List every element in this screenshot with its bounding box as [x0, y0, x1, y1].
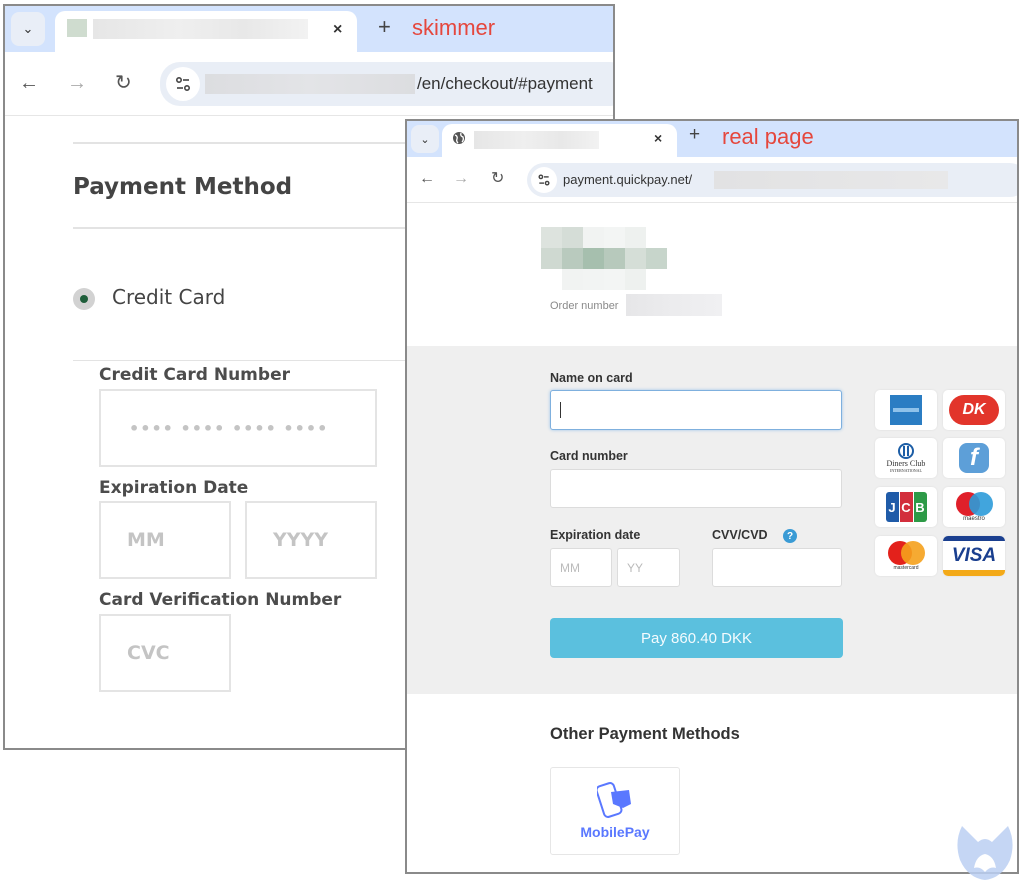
expiration-year-field[interactable]: YYYY	[245, 501, 377, 579]
tune-icon	[175, 76, 191, 92]
mobilepay-option[interactable]: MobilePay	[550, 767, 680, 855]
redacted-order-number	[626, 294, 722, 316]
redacted-url-path	[714, 171, 948, 189]
chevron-down-icon: ⌄	[22, 21, 34, 36]
cvc-field[interactable]: CVC	[99, 614, 231, 692]
tab-strip: ⌄ × + skimmer	[5, 6, 613, 52]
tab-search-button[interactable]: ⌄	[411, 125, 439, 153]
expiration-month-field[interactable]: MM	[99, 501, 231, 579]
help-icon[interactable]: ?	[783, 529, 797, 543]
back-button[interactable]: ←	[19, 72, 39, 95]
card-number-input[interactable]	[550, 469, 842, 508]
globe-icon	[453, 132, 465, 144]
tab-search-button[interactable]: ⌄	[11, 12, 45, 46]
text-caret	[560, 402, 561, 418]
url-text: payment.quickpay.net/	[563, 172, 693, 187]
other-payment-methods-section: Other Payment Methods MobilePay	[407, 694, 1017, 872]
cvv-input[interactable]	[712, 548, 842, 587]
new-tab-button[interactable]: +	[378, 14, 391, 40]
reload-button[interactable]: ↻	[115, 70, 132, 95]
reload-button[interactable]: ↻	[491, 168, 504, 188]
dankort-logo: DK	[943, 390, 1005, 430]
redacted-favicon	[67, 19, 87, 37]
site-settings-button[interactable]	[166, 67, 200, 101]
new-tab-button[interactable]: +	[689, 124, 700, 146]
mobilepay-label: MobilePay	[580, 824, 650, 840]
browser-tab[interactable]: ×	[55, 11, 357, 52]
name-on-card-label: Name on card	[550, 371, 633, 385]
forward-button[interactable]: →	[67, 72, 87, 95]
mobilepay-icon	[597, 782, 631, 818]
cvv-label: CVV/CVD	[712, 528, 768, 542]
expiration-date-label: Expiration date	[550, 528, 641, 542]
jcb-logo: J C B	[875, 487, 937, 527]
annotation-label: real page	[722, 124, 814, 149]
redacted-domain	[205, 74, 415, 94]
mastercard-logo: mastercard	[875, 536, 937, 576]
forward-button[interactable]: →	[453, 170, 469, 188]
site-settings-button[interactable]	[531, 167, 557, 193]
expiration-year-input[interactable]: YY	[617, 548, 680, 587]
tune-icon	[538, 174, 550, 186]
redacted-tab-title	[474, 131, 599, 149]
cvn-label: Card Verification Number	[99, 590, 342, 610]
expiration-date-label: Expiration Date	[99, 478, 249, 498]
close-icon[interactable]: ×	[654, 130, 662, 146]
card-number-label: Card number	[550, 449, 628, 463]
other-payment-methods-title: Other Payment Methods	[550, 725, 740, 743]
maestro-logo: maestro	[943, 487, 1005, 527]
close-icon[interactable]: ×	[333, 21, 342, 39]
redacted-tab-title	[93, 19, 308, 39]
credit-card-radio[interactable]	[73, 288, 95, 310]
diners-club-logo: Diners Club INTERNATIONAL	[875, 438, 937, 478]
address-bar[interactable]: payment.quickpay.net/	[527, 163, 1017, 197]
malwarebytes-logo-icon	[957, 826, 1013, 880]
credit-card-radio-label[interactable]: Credit Card	[112, 285, 225, 309]
order-number-label: Order number	[550, 300, 619, 312]
page-title: Payment Method	[73, 174, 293, 200]
chevron-down-icon: ⌄	[420, 133, 430, 146]
browser-toolbar: ← → ↻ /en/checkout/#payment	[5, 52, 613, 116]
redacted-merchant-logo	[541, 227, 669, 290]
visa-logo: VISA	[943, 536, 1005, 576]
browser-toolbar: ← → ↻ payment.quickpay.net/	[407, 157, 1017, 203]
url-text: /en/checkout/#payment	[417, 74, 593, 93]
annotation-label: skimmer	[412, 15, 496, 40]
radio-selected-dot	[80, 295, 88, 303]
card-number-field[interactable]: •••• •••• •••• ••••	[99, 389, 377, 467]
expiration-month-input[interactable]: MM	[550, 548, 612, 587]
name-on-card-input[interactable]	[550, 390, 842, 430]
browser-tab[interactable]: ×	[442, 124, 677, 157]
card-number-label: Credit Card Number	[99, 365, 290, 385]
tab-strip: ⌄ × + real page	[407, 121, 1017, 157]
real-payment-browser-window: ⌄ × + real page ← → ↻ payment.quickpay.n…	[405, 119, 1019, 874]
card-payment-form: Name on card Card number Expiration date…	[407, 346, 1017, 694]
amex-logo	[875, 390, 937, 430]
merchant-header: Order number	[407, 203, 1017, 346]
forbrugsforeningen-logo: f	[943, 438, 1005, 478]
address-bar[interactable]: /en/checkout/#payment	[160, 62, 613, 106]
pay-button[interactable]: Pay 860.40 DKK	[550, 618, 843, 658]
back-button[interactable]: ←	[419, 170, 435, 188]
